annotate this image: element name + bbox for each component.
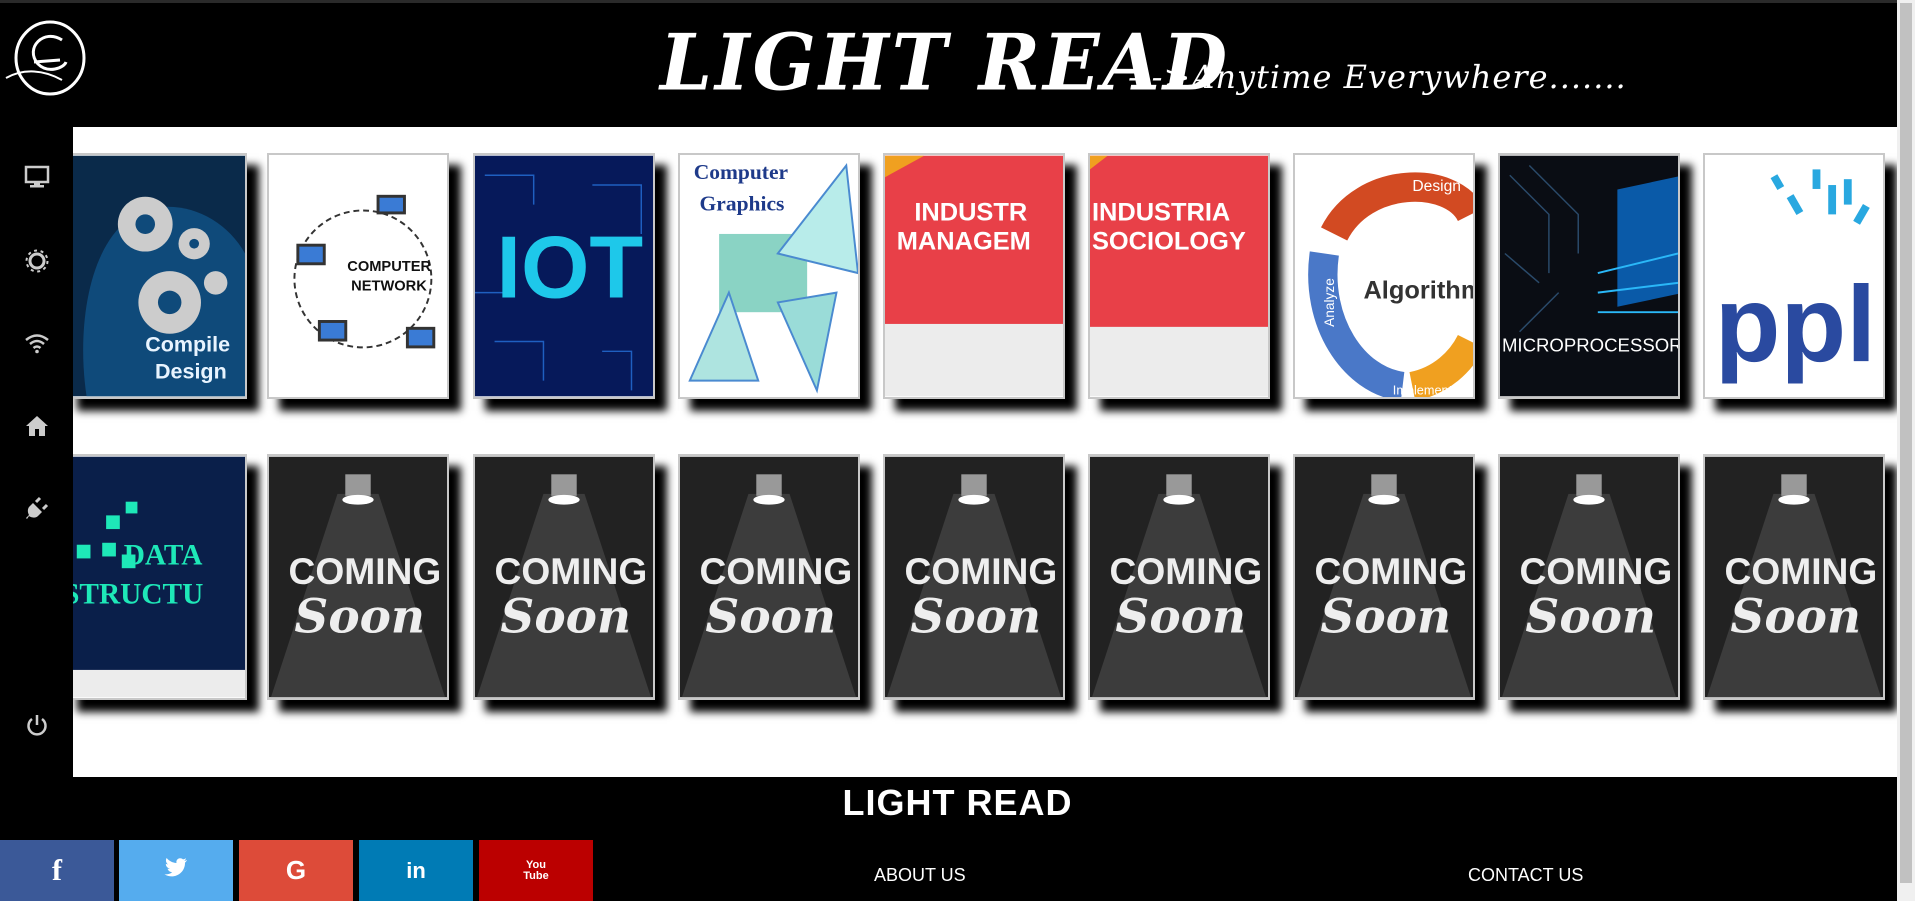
book-label: Computer [694, 160, 789, 184]
google-plus-button[interactable]: G [239, 840, 353, 901]
facebook-button[interactable]: f [0, 840, 114, 901]
book-ppl[interactable]: ppl [1703, 153, 1885, 399]
book-coming-soon[interactable]: COMING Soon [1088, 454, 1270, 700]
book-shelf: Compile Design COMPUTER NETWORK IOT Comp… [73, 127, 1897, 777]
coming-text: COMING [1520, 550, 1673, 592]
monitor-icon[interactable] [22, 162, 52, 192]
scrollbar-thumb[interactable] [1900, 3, 1912, 883]
book-label: MANAGEM [897, 228, 1031, 256]
book-iot[interactable]: IOT [473, 153, 655, 399]
contact-us-link[interactable]: CONTACT US [1468, 865, 1583, 886]
coming-text: COMING [700, 550, 853, 592]
site-logo[interactable] [4, 18, 90, 102]
linkedin-button[interactable]: in [359, 840, 473, 901]
soon-text: Soon [294, 590, 425, 645]
book-industrial-sociology[interactable]: INDUSTRIA SOCIOLOGY [1088, 153, 1270, 399]
twitter-icon [164, 855, 188, 886]
soon-text: Soon [1730, 590, 1861, 645]
book-coming-soon[interactable]: COMING Soon [883, 454, 1065, 700]
page-tagline: --->Anytime Everywhere....... [1128, 58, 1627, 96]
book-algorithm[interactable]: Algorithm Design Analyze Implement [1293, 153, 1475, 399]
book-computer-network[interactable]: COMPUTER NETWORK [267, 153, 449, 399]
power-icon[interactable] [22, 710, 52, 740]
wifi-icon[interactable] [22, 328, 52, 358]
soon-text: Soon [910, 590, 1041, 645]
youtube-button[interactable]: You Tube [479, 840, 593, 901]
book-coming-soon[interactable]: COMING Soon [1293, 454, 1475, 700]
book-label: INDUSTRIA [1092, 198, 1230, 226]
about-us-link[interactable]: ABOUT US [874, 865, 966, 886]
book-compiler-design[interactable]: Compile Design [73, 153, 247, 399]
youtube-icon: You Tube [523, 858, 549, 882]
book-label: IOT [497, 218, 644, 317]
book-coming-soon[interactable]: COMING Soon [678, 454, 860, 700]
coming-text: COMING [1315, 550, 1468, 592]
google-plus-icon: G [285, 855, 307, 885]
book-row-1: Compile Design COMPUTER NETWORK IOT Comp… [73, 153, 1897, 399]
coming-text: COMING [905, 550, 1058, 592]
book-label: Design [155, 360, 227, 384]
book-label: INDUSTR [914, 198, 1027, 226]
book-label: Design [1412, 178, 1461, 195]
book-label: MICROPROCESSOR [1502, 334, 1678, 355]
book-label: COMPUTER [347, 259, 431, 275]
linkedin-icon: in [406, 857, 426, 883]
book-row-2: DATA STRUCTU COMING Soon COMING Soon COMIN… [73, 454, 1897, 700]
book-label: Algorithm [1363, 276, 1473, 304]
window-top-border [0, 0, 1915, 3]
book-coming-soon[interactable]: COMING Soon [1498, 454, 1680, 700]
book-label: DATA [124, 539, 203, 571]
sidebar [0, 128, 73, 778]
soon-text: Soon [1320, 590, 1451, 645]
book-coming-soon[interactable]: COMING Soon [473, 454, 655, 700]
book-data-structure[interactable]: DATA STRUCTU [73, 454, 247, 700]
plug-icon[interactable] [22, 493, 52, 523]
book-label: STRUCTU [73, 578, 203, 610]
book-label: Graphics [700, 191, 785, 215]
book-label: NETWORK [351, 279, 427, 295]
coming-text: COMING [289, 550, 442, 592]
coming-text: COMING [1725, 550, 1878, 592]
soon-text: Soon [1115, 590, 1246, 645]
soon-text: Soon [705, 590, 836, 645]
gear-icon[interactable] [22, 246, 52, 276]
book-label: Analyze [1322, 278, 1337, 327]
book-coming-soon[interactable]: COMING Soon [1703, 454, 1885, 700]
home-icon[interactable] [22, 411, 52, 441]
book-microprocessor[interactable]: MICROPROCESSOR [1498, 153, 1680, 399]
footer-title: LIGHT READ [842, 782, 1073, 823]
coming-text: COMING [495, 550, 648, 592]
twitter-button[interactable] [119, 840, 233, 901]
book-label: Compile [145, 332, 230, 356]
soon-text: Soon [1525, 590, 1656, 645]
coming-text: COMING [1110, 550, 1263, 592]
soon-text: Soon [500, 590, 631, 645]
book-label: Implement [1393, 382, 1453, 397]
book-industrial-management[interactable]: INDUSTR MANAGEM [883, 153, 1065, 399]
book-label: ppl [1715, 264, 1876, 384]
book-computer-graphics[interactable]: Computer Graphics [678, 153, 860, 399]
facebook-icon: f [52, 853, 62, 887]
book-coming-soon[interactable]: COMING Soon [267, 454, 449, 700]
book-label: SOCIOLOGY [1092, 228, 1246, 256]
